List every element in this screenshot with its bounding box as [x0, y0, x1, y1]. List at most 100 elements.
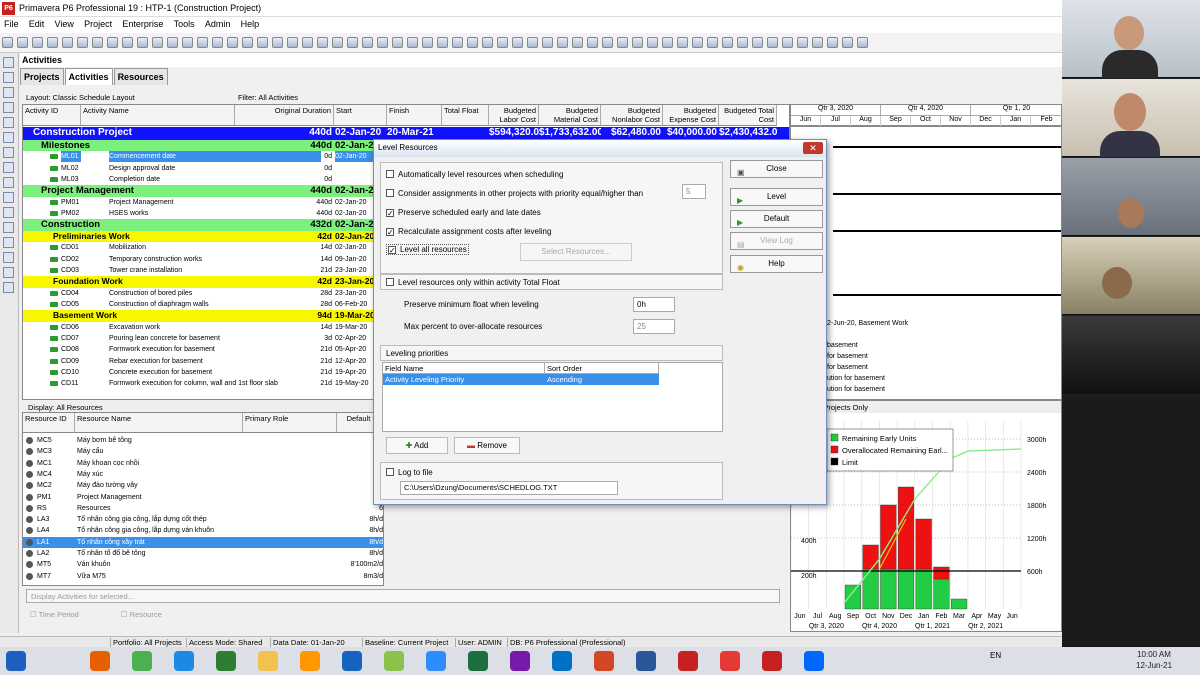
- zoom-icon[interactable]: [426, 651, 446, 671]
- level-button[interactable]: ▶ Level: [730, 188, 823, 206]
- display-activities-box[interactable]: Display Activities for selected...: [26, 589, 780, 603]
- max-pct-input[interactable]: 25: [633, 319, 675, 334]
- side-tool-icon[interactable]: [3, 282, 14, 293]
- toolbar-button-icon[interactable]: [737, 37, 748, 48]
- default-button[interactable]: ▶ Default: [730, 210, 823, 228]
- side-tool-icon[interactable]: [3, 162, 14, 173]
- tab-resources[interactable]: Resources: [113, 68, 168, 85]
- log-path-input[interactable]: C:\Users\Dzung\Documents\SCHEDLOG.TXT: [400, 481, 618, 495]
- toolbar-button-icon[interactable]: [827, 37, 838, 48]
- toolbar-button-icon[interactable]: [242, 37, 253, 48]
- col-resource-id[interactable]: Resource ID: [23, 413, 75, 433]
- within-float-checkbox[interactable]: Level resources only within activity Tot…: [386, 278, 560, 287]
- remaining-units-bar[interactable]: [915, 568, 932, 610]
- side-tool-icon[interactable]: [3, 177, 14, 188]
- toolbar-button-icon[interactable]: [527, 37, 538, 48]
- overallocated-bar[interactable]: [897, 486, 915, 570]
- recalc-costs-checkbox[interactable]: ✓ Recalculate assignment costs after leve…: [386, 227, 551, 237]
- search-icon[interactable]: [48, 651, 68, 671]
- menu-edit[interactable]: Edit: [25, 17, 49, 31]
- toolbar-button-icon[interactable]: [2, 37, 13, 48]
- participant-video[interactable]: [1062, 237, 1200, 315]
- col-total-cost[interactable]: Budgeted Total Cost: [719, 105, 777, 126]
- media-icon[interactable]: [300, 651, 320, 671]
- overallocated-bar[interactable]: [915, 518, 932, 570]
- menu-enterprise[interactable]: Enterprise: [118, 17, 167, 31]
- coccoc-icon[interactable]: [384, 651, 404, 671]
- toolbar-button-icon[interactable]: [377, 37, 388, 48]
- toolbar-button-icon[interactable]: [212, 37, 223, 48]
- toolbar-button-icon[interactable]: [797, 37, 808, 48]
- toolbar-button-icon[interactable]: [197, 37, 208, 48]
- menu-admin[interactable]: Admin: [201, 17, 235, 31]
- toolbar-button-icon[interactable]: [452, 37, 463, 48]
- remaining-units-bar[interactable]: [880, 568, 897, 610]
- toolbar-button-icon[interactable]: [137, 37, 148, 48]
- col-expense-cost[interactable]: Budgeted Expense Cost: [663, 105, 719, 126]
- gantt-summary-bar[interactable]: [833, 294, 1061, 296]
- toolbar-button-icon[interactable]: [557, 37, 568, 48]
- clock[interactable]: 10:00 AM 12-Jun-21: [1136, 649, 1172, 671]
- remaining-units-bar[interactable]: [844, 584, 861, 610]
- col-finish[interactable]: Finish: [387, 105, 442, 126]
- tab-activities[interactable]: Activities: [64, 68, 113, 85]
- toolbar-button-icon[interactable]: [347, 37, 358, 48]
- log-to-file-checkbox[interactable]: Log to file: [386, 468, 433, 477]
- col-field-name[interactable]: Field Name: [383, 363, 545, 374]
- zalo-icon[interactable]: [804, 651, 824, 671]
- gantt-summary-bar[interactable]: [833, 193, 1061, 195]
- snagit-icon[interactable]: [720, 651, 740, 671]
- onenote-icon[interactable]: [510, 651, 530, 671]
- toolbar-button-icon[interactable]: [857, 37, 868, 48]
- p6-icon[interactable]: [678, 651, 698, 671]
- resource-row[interactable]: LA4 Tổ nhân công gia công, lắp dựng ván k…: [23, 525, 383, 536]
- explorer-icon[interactable]: [258, 651, 278, 671]
- toolbar-button-icon[interactable]: [497, 37, 508, 48]
- overallocated-bar[interactable]: [880, 504, 897, 570]
- time-period-checkbox[interactable]: ☐: [30, 610, 39, 619]
- col-start[interactable]: Start: [334, 105, 387, 126]
- toolbar-button-icon[interactable]: [512, 37, 523, 48]
- resource-row[interactable]: MC2Máy đào tường vây6: [23, 480, 383, 491]
- resource-row[interactable]: LA3 Tổ nhân công gia công, lắp dựng cốt t…: [23, 514, 383, 525]
- add-button[interactable]: ✚ Add: [386, 437, 448, 454]
- language-indicator[interactable]: EN: [990, 651, 1001, 660]
- toolbar-button-icon[interactable]: [47, 37, 58, 48]
- auto-level-checkbox[interactable]: Automatically level resources when sched…: [386, 170, 563, 179]
- priority-field-cell[interactable]: Activity Leveling Priority: [383, 374, 545, 385]
- side-tool-icon[interactable]: [3, 147, 14, 158]
- remaining-units-bar[interactable]: [951, 598, 968, 610]
- firefox-icon[interactable]: [90, 651, 110, 671]
- toolbar-button-icon[interactable]: [77, 37, 88, 48]
- profile-display-label[interactable]: y: Open Projects Only: [791, 401, 1061, 413]
- layout-label[interactable]: Layout: Classic Schedule Layout: [26, 93, 135, 102]
- overallocated-bar[interactable]: [933, 566, 950, 580]
- p6-icon-2[interactable]: [762, 651, 782, 671]
- powerpoint-icon[interactable]: [594, 651, 614, 671]
- toolbar-button-icon[interactable]: [302, 37, 313, 48]
- help-button[interactable]: ◉ Help: [730, 255, 823, 273]
- col-duration[interactable]: Original Duration: [235, 105, 334, 126]
- side-tool-icon[interactable]: [3, 102, 14, 113]
- overallocated-bar[interactable]: [862, 544, 879, 570]
- col-resource-name[interactable]: Resource Name: [75, 413, 243, 433]
- gantt-summary-bar[interactable]: [833, 146, 1061, 148]
- resource-row[interactable]: MC5Máy bơm bê tông6: [23, 435, 383, 446]
- resource-row[interactable]: PM1Project Management6: [23, 492, 383, 503]
- toolbar-button-icon[interactable]: [647, 37, 658, 48]
- col-material-cost[interactable]: Budgeted Material Cost: [539, 105, 601, 126]
- col-primary-role[interactable]: Primary Role: [243, 413, 337, 433]
- priority-sort-cell[interactable]: Ascending: [545, 374, 659, 385]
- toolbar-button-icon[interactable]: [752, 37, 763, 48]
- resource-display-text[interactable]: Display: All Resources: [28, 403, 103, 412]
- resource-row[interactable]: MC1Máy khoan cọc nhồi6: [23, 458, 383, 469]
- toolbar-button-icon[interactable]: [602, 37, 613, 48]
- menu-help[interactable]: Help: [237, 17, 264, 31]
- close-button[interactable]: ▣ Close: [730, 160, 823, 178]
- toolbar-button-icon[interactable]: [62, 37, 73, 48]
- ie-icon[interactable]: [174, 651, 194, 671]
- col-total-float[interactable]: Total Float: [442, 105, 489, 126]
- toolbar-button-icon[interactable]: [467, 37, 478, 48]
- resource-row[interactable]: LA1 Tổ nhân công xây trát 8h/d: [23, 536, 383, 548]
- dialog-close-icon[interactable]: ✕: [803, 142, 823, 154]
